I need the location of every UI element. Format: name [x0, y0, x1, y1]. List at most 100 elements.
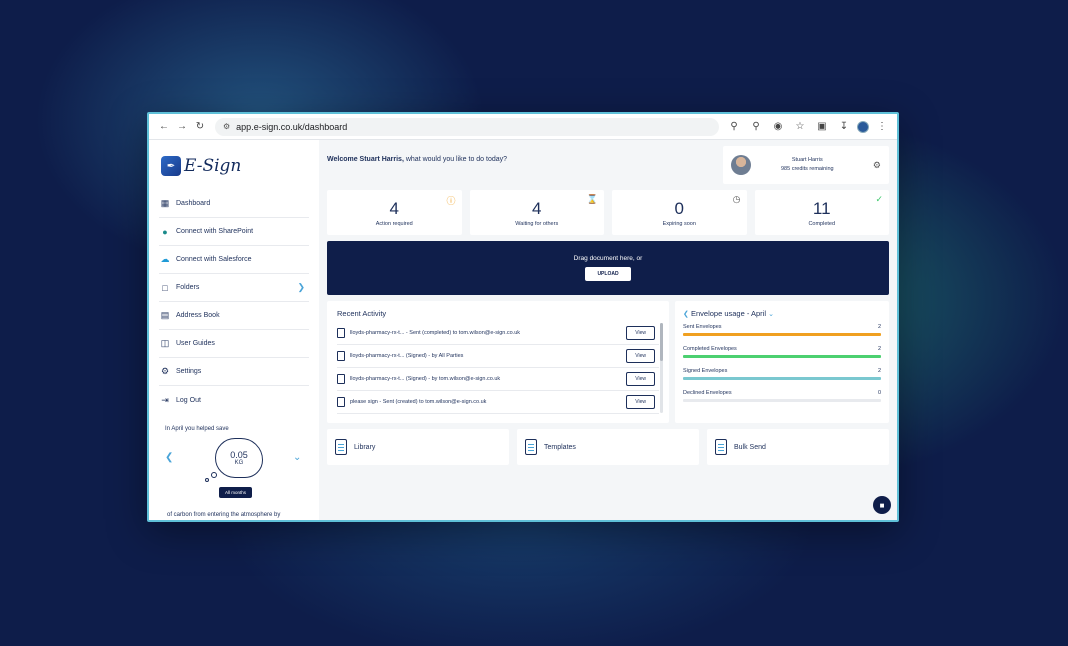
- cloud-icon: 0.05 KG: [215, 438, 263, 478]
- activity-text: please sign - Sent (created) to tom.wils…: [350, 399, 487, 405]
- sidebar-item-label: Dashboard: [176, 200, 211, 207]
- gear-icon[interactable]: ⚙: [873, 160, 881, 171]
- usage-value: 2: [877, 368, 881, 374]
- user-info: Stuart Harris 985 credits remaining: [781, 156, 834, 174]
- address-bar[interactable]: ⚙ app.e-sign.co.uk/dashboard: [215, 117, 719, 136]
- sidebar-item-label: Log Out: [176, 396, 201, 404]
- templates-tile[interactable]: Templates: [517, 429, 699, 465]
- user-name: Stuart Harris: [791, 157, 823, 163]
- sidebar-item-dashboard[interactable]: ▦ Dashboard: [159, 190, 309, 218]
- usage-bar: [683, 355, 881, 358]
- stat-waiting[interactable]: ⌛ 4 Waiting for others: [469, 190, 604, 235]
- bulk-send-tile[interactable]: Bulk Send: [707, 429, 889, 465]
- key-icon[interactable]: ⚲: [725, 118, 743, 136]
- upload-dropzone[interactable]: Drag document here, or UPLOAD: [327, 241, 889, 295]
- welcome-rest: what would you like to do today?: [403, 156, 508, 163]
- star-icon[interactable]: ☆: [791, 118, 809, 136]
- list-item: lloyds-pharmacy-rx-t... (Signed) - by Al…: [337, 345, 659, 368]
- middle-row: Recent Activity lloyds-pharmacy-rx-t... …: [327, 301, 889, 423]
- quick-links-row: Library Templates Bulk Send: [327, 429, 889, 465]
- document-icon: [337, 397, 345, 407]
- tile-label: Templates: [544, 443, 576, 451]
- profile-icon[interactable]: [857, 120, 869, 133]
- list-item: please sign - Sent (created) to tom.wils…: [337, 391, 659, 414]
- chat-button[interactable]: ■: [873, 496, 891, 514]
- extensions-icon[interactable]: ▣: [813, 118, 831, 136]
- scrollbar[interactable]: [660, 323, 663, 413]
- sidebar-item-folders[interactable]: □ Folders ❯: [159, 274, 309, 302]
- stat-value: 0: [674, 198, 684, 218]
- avatar[interactable]: [731, 155, 751, 175]
- gear-icon: ⚙: [160, 366, 170, 376]
- bubble-icon: [205, 478, 209, 482]
- sidebar-item-logout[interactable]: ⇥ Log Out: [159, 386, 309, 414]
- sidebar-item-settings[interactable]: ⚙ Settings: [159, 358, 309, 386]
- stat-label: Expiring soon: [662, 220, 696, 227]
- chat-icon: ■: [879, 500, 885, 510]
- address-book-icon: ▤: [160, 310, 170, 320]
- view-button[interactable]: View: [626, 326, 655, 340]
- scrollbar-thumb[interactable]: [660, 323, 663, 361]
- stat-action-required[interactable]: ⓘ 4 Action required: [327, 190, 462, 235]
- view-button[interactable]: View: [626, 372, 655, 386]
- site-info-icon[interactable]: ⚙: [223, 122, 230, 131]
- carbon-widget: ❮ 0.05 KG ⌄ All months: [159, 436, 309, 506]
- stat-label: Completed: [808, 220, 836, 227]
- envelope-usage-header: ❮ Envelope usage - April ⌄: [683, 309, 881, 318]
- usage-label: Sent Envelopes: [683, 324, 722, 330]
- eye-off-icon[interactable]: ◉: [769, 118, 787, 136]
- upload-button[interactable]: UPLOAD: [585, 267, 631, 281]
- tile-label: Bulk Send: [734, 443, 766, 451]
- stat-label: Waiting for others: [515, 220, 559, 227]
- envelope-usage-panel: ❮ Envelope usage - April ⌄ Sent Envelope…: [675, 301, 889, 423]
- sidebar-item-label: Folders: [176, 284, 200, 291]
- alert-icon: ⓘ: [446, 196, 456, 206]
- sidebar: ✒ E-Sign ▦ Dashboard ● Connect with Shar…: [149, 140, 319, 520]
- welcome-message: Welcome Stuart Harris, what would you li…: [327, 156, 507, 163]
- activity-text: lloyds-pharmacy-rx-t... (Signed) - by Al…: [350, 353, 464, 359]
- sidebar-item-salesforce[interactable]: ☁ Connect with Salesforce: [159, 246, 309, 274]
- user-credits: 985 credits remaining: [781, 166, 834, 172]
- stat-completed[interactable]: ✓ 11 Completed: [754, 190, 889, 235]
- usage-value: 0: [877, 390, 881, 396]
- usage-bar: [683, 333, 881, 336]
- chevron-down-icon[interactable]: ⌄: [293, 452, 301, 463]
- chevron-left-icon[interactable]: ❮: [165, 452, 173, 463]
- usage-row: Declined Envelopes 0: [683, 390, 881, 396]
- all-months-button[interactable]: All months: [219, 487, 253, 498]
- sidebar-item-label: Connect with Salesforce: [176, 256, 252, 263]
- sidebar-nav: ▦ Dashboard ● Connect with SharePoint ☁ …: [159, 190, 309, 414]
- zoom-icon[interactable]: ⚲: [747, 118, 765, 136]
- bubble-icon: [211, 472, 217, 478]
- sidebar-item-sharepoint[interactable]: ● Connect with SharePoint: [159, 218, 309, 246]
- view-button[interactable]: View: [626, 395, 655, 409]
- forward-icon[interactable]: →: [173, 118, 191, 136]
- check-circle-icon: ✓: [875, 194, 883, 204]
- logo[interactable]: ✒ E-Sign: [161, 152, 309, 180]
- stat-value: 4: [389, 198, 399, 218]
- view-button[interactable]: View: [626, 349, 655, 363]
- library-tile[interactable]: Library: [327, 429, 509, 465]
- salesforce-icon: ☁: [160, 254, 170, 264]
- activity-text: lloyds-pharmacy-rx-t... - Sent (complete…: [350, 330, 521, 336]
- welcome-row: Welcome Stuart Harris, what would you li…: [327, 146, 889, 186]
- dashboard-icon: ▦: [160, 198, 170, 208]
- sidebar-item-address-book[interactable]: ▤ Address Book: [159, 302, 309, 330]
- chevron-right-icon[interactable]: ❯: [297, 282, 305, 293]
- usage-row: Completed Envelopes 2: [683, 346, 881, 352]
- chevron-down-icon[interactable]: ⌄: [768, 311, 774, 318]
- usage-label: Signed Envelopes: [683, 368, 728, 374]
- sharepoint-icon: ●: [162, 226, 168, 237]
- menu-icon[interactable]: ⋮: [873, 118, 891, 136]
- reload-icon[interactable]: ↻: [191, 118, 209, 136]
- usage-bar: [683, 377, 881, 380]
- back-icon[interactable]: ←: [155, 118, 173, 136]
- usage-row: Signed Envelopes 2: [683, 368, 881, 374]
- recent-activity-panel: Recent Activity lloyds-pharmacy-rx-t... …: [327, 301, 669, 423]
- sidebar-item-user-guides[interactable]: ◫ User Guides: [159, 330, 309, 358]
- envelope-usage-title: Envelope usage - April: [690, 309, 767, 318]
- download-icon[interactable]: ↧: [835, 118, 853, 136]
- stat-expiring[interactable]: ◷ 0 Expiring soon: [612, 190, 747, 235]
- chevron-left-icon[interactable]: ❮: [683, 311, 689, 318]
- sidebar-item-label: Address Book: [176, 312, 220, 319]
